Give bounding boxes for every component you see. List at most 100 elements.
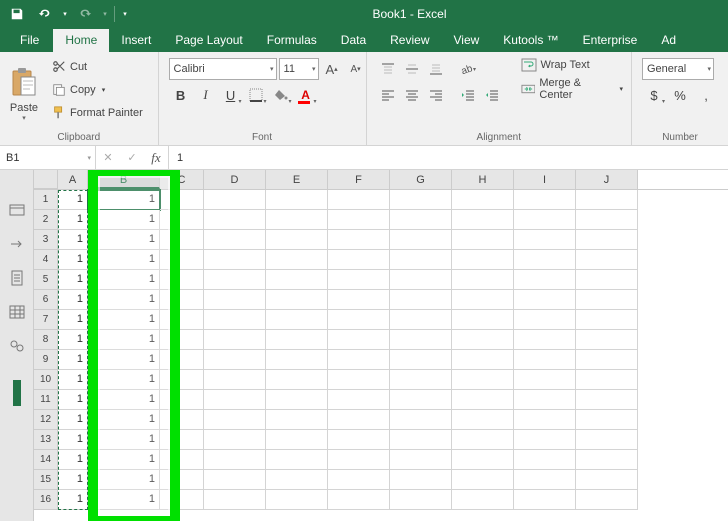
cell[interactable] [576, 330, 638, 350]
cell[interactable] [452, 430, 514, 450]
cell[interactable] [204, 310, 266, 330]
cell[interactable] [390, 410, 452, 430]
cell[interactable]: 1 [58, 250, 88, 270]
cell[interactable] [328, 270, 390, 290]
tab-page-layout[interactable]: Page Layout [163, 29, 254, 52]
cell[interactable]: 1 [58, 330, 88, 350]
cell[interactable] [266, 230, 328, 250]
cell[interactable] [576, 390, 638, 410]
cell[interactable] [204, 450, 266, 470]
cell[interactable] [514, 250, 576, 270]
align-top-button[interactable] [377, 58, 399, 80]
cell[interactable] [576, 470, 638, 490]
cell[interactable] [390, 350, 452, 370]
cell[interactable]: 1 [88, 450, 160, 470]
worksheet[interactable]: A B C D E F G H I J 11121131141151161171… [34, 170, 728, 521]
cell[interactable] [160, 410, 204, 430]
qat-customize-dropdown[interactable]: ▾ [119, 3, 131, 25]
paste-dropdown[interactable]: ▾ [22, 114, 26, 122]
cell[interactable]: 1 [88, 250, 160, 270]
cell[interactable]: 1 [58, 290, 88, 310]
col-header-B[interactable]: B [88, 170, 160, 189]
number-format-combo[interactable]: General▾ [642, 58, 714, 80]
cell[interactable] [390, 210, 452, 230]
cell[interactable]: 1 [58, 470, 88, 490]
tab-review[interactable]: Review [378, 29, 441, 52]
col-header-H[interactable]: H [452, 170, 514, 189]
cell[interactable] [328, 350, 390, 370]
cell[interactable] [160, 470, 204, 490]
cell[interactable]: 1 [88, 210, 160, 230]
row-header[interactable]: 4 [34, 250, 58, 270]
cell[interactable] [390, 370, 452, 390]
cell[interactable] [452, 490, 514, 510]
cell[interactable] [266, 250, 328, 270]
row-header[interactable]: 15 [34, 470, 58, 490]
italic-button[interactable]: I [194, 84, 218, 106]
cell[interactable] [328, 310, 390, 330]
cell[interactable]: 1 [88, 310, 160, 330]
cell[interactable]: 1 [88, 470, 160, 490]
cell[interactable]: 1 [58, 490, 88, 510]
cell[interactable] [452, 470, 514, 490]
cell[interactable] [266, 450, 328, 470]
cell[interactable] [328, 190, 390, 210]
merge-center-button[interactable]: Merge & Center ▾ [517, 78, 627, 100]
cell[interactable] [576, 310, 638, 330]
cell[interactable]: 1 [88, 230, 160, 250]
cell[interactable] [452, 390, 514, 410]
enter-button[interactable]: ✓ [120, 151, 144, 164]
cell[interactable] [514, 270, 576, 290]
cell[interactable] [452, 370, 514, 390]
cell[interactable] [576, 350, 638, 370]
cell[interactable]: 1 [58, 310, 88, 330]
cell[interactable] [390, 430, 452, 450]
align-middle-button[interactable] [401, 58, 423, 80]
font-color-button[interactable]: A ▾ [294, 84, 318, 106]
format-painter-button[interactable]: Format Painter [48, 102, 147, 124]
cell[interactable] [576, 490, 638, 510]
cell[interactable] [160, 210, 204, 230]
cell[interactable] [204, 270, 266, 290]
decrease-indent-button[interactable] [457, 84, 479, 106]
redo-dropdown[interactable]: ▾ [100, 3, 110, 25]
increase-font-button[interactable]: A▴ [321, 58, 343, 80]
cell[interactable] [514, 350, 576, 370]
col-header-F[interactable]: F [328, 170, 390, 189]
cell[interactable] [390, 330, 452, 350]
cell[interactable] [160, 270, 204, 290]
cell[interactable] [204, 330, 266, 350]
tab-view[interactable]: View [442, 29, 492, 52]
cell[interactable] [160, 230, 204, 250]
row-header[interactable]: 9 [34, 350, 58, 370]
cell[interactable] [390, 450, 452, 470]
cell[interactable] [514, 490, 576, 510]
align-left-button[interactable] [377, 84, 399, 106]
cell[interactable] [390, 250, 452, 270]
cell[interactable] [160, 290, 204, 310]
cell[interactable] [266, 210, 328, 230]
merge-dropdown[interactable]: ▾ [619, 85, 623, 93]
percent-format-button[interactable]: % [668, 84, 692, 106]
cell[interactable]: 1 [88, 270, 160, 290]
row-header[interactable]: 7 [34, 310, 58, 330]
cell[interactable] [576, 210, 638, 230]
cell[interactable] [576, 410, 638, 430]
cell[interactable] [514, 410, 576, 430]
cell[interactable]: 1 [88, 190, 160, 210]
cell[interactable] [266, 310, 328, 330]
cell[interactable] [204, 370, 266, 390]
cell[interactable] [266, 330, 328, 350]
tab-home[interactable]: Home [53, 29, 109, 52]
cell[interactable] [390, 230, 452, 250]
cell[interactable] [204, 350, 266, 370]
cell[interactable]: 1 [58, 410, 88, 430]
row-header[interactable]: 10 [34, 370, 58, 390]
row-header[interactable]: 6 [34, 290, 58, 310]
cell[interactable] [452, 230, 514, 250]
cell[interactable] [514, 290, 576, 310]
cell[interactable] [514, 310, 576, 330]
cell[interactable]: 1 [58, 210, 88, 230]
comma-format-button[interactable]: , [694, 84, 718, 106]
cell[interactable] [390, 290, 452, 310]
